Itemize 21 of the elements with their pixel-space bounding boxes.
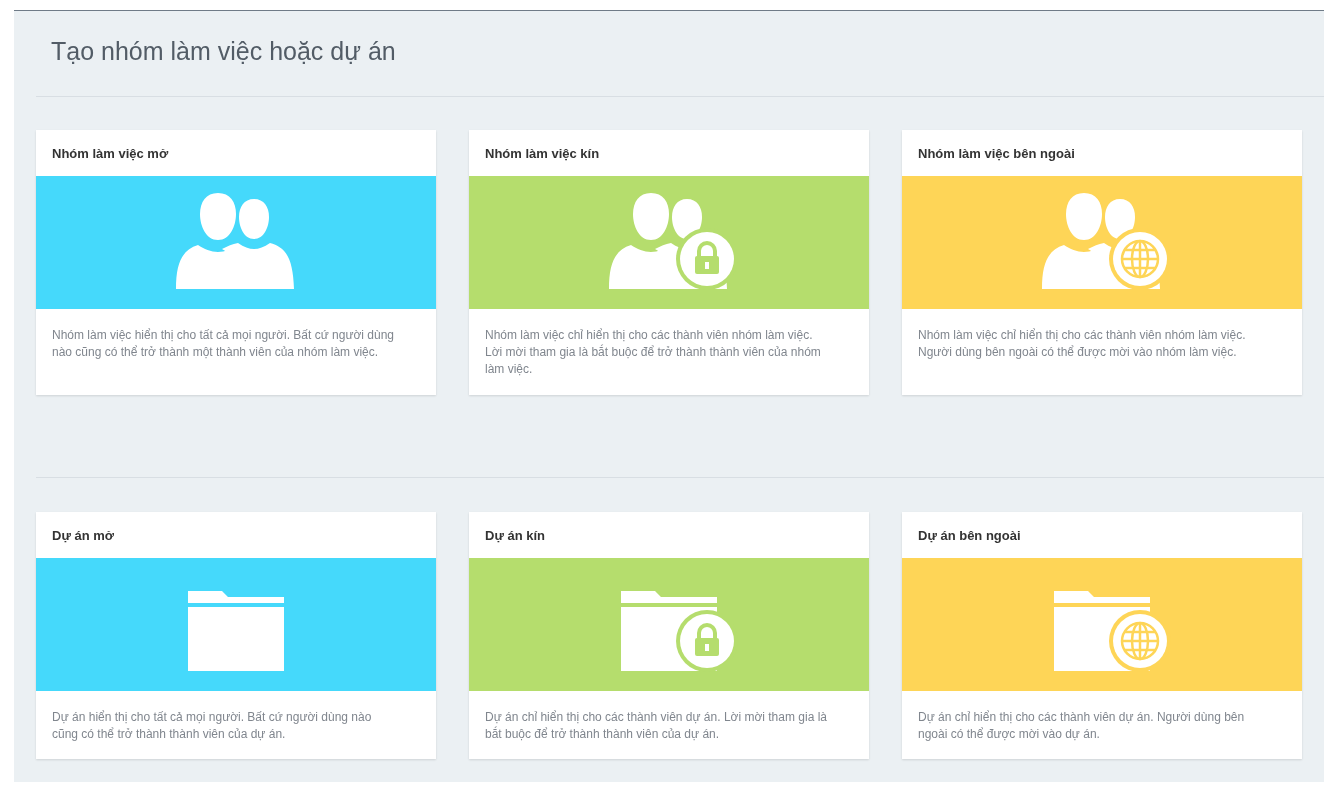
card-description: Nhóm làm việc chỉ hiển thị cho các thành viên nhóm làm việc. Người dùng bên ngoài có thể được mời vào nhóm làm việc. xyxy=(917,327,1247,361)
option-card[interactable]: Dự án kín Dự án chỉ hiển thị cho các thành viên dự án. Lời mời tham gia là bắt buộc để trở thành thành viên của dự án. xyxy=(469,512,869,759)
option-card[interactable]: Nhóm làm việc mở Nhóm làm việc hiển thị cho tất cả mọi người. Bất cứ người dùng nào cũng có thể trở thành một thành viên của nhóm làm việc. xyxy=(36,130,436,395)
card-description: Nhóm làm việc chỉ hiển thị cho các thành viên nhóm làm việc. Lời mời tham gia là bắt buộc để trở thành thành viên của nhóm làm việc. xyxy=(484,327,822,378)
card-title: Dự án kín xyxy=(484,527,546,545)
card-title: Dự án bên ngoài xyxy=(917,527,1022,545)
option-card[interactable]: Dự án bên ngoài Dự án chỉ hiển thị cho các thành viên dự án. Người dùng bên ngoài có thể được mời vào dự án. xyxy=(902,512,1302,759)
option-card[interactable]: Nhóm làm việc bên ngoài Nhóm làm việc chỉ hiển thị cho các thành viên nhóm làm việc. Người dùng bên ngoài có thể được mời vào nhóm làm việc. xyxy=(902,130,1302,395)
card-description: Dự án hiển thị cho tất cả mọi người. Bất cứ người dùng nào cũng có thể trở thành thành viên của dự án. xyxy=(51,709,373,743)
people-icon xyxy=(176,193,296,289)
card-description: Dự án chỉ hiển thị cho các thành viên dự án. Người dùng bên ngoài có thể được mời vào dự án. xyxy=(917,709,1246,743)
option-card[interactable]: Nhóm làm việc kín Nhóm làm việc chỉ hiển thị cho các thành viên nhóm làm việc. Lời mời tham gia là bắt buộc để trở thành thành viên của nhóm làm việc. xyxy=(469,130,869,395)
page-title: Tạo nhóm làm việc hoặc dự án xyxy=(50,36,397,67)
card-title: Nhóm làm việc bên ngoài xyxy=(917,145,1076,163)
card-title: Dự án mở xyxy=(51,527,115,545)
card-description: Nhóm làm việc hiển thị cho tất cả mọi người. Bất cứ người dùng nào cũng có thể trở thành một thành viên của nhóm làm việc. xyxy=(51,327,395,361)
folder-icon xyxy=(188,591,284,671)
option-card[interactable]: Dự án mở Dự án hiển thị cho tất cả mọi người. Bất cứ người dùng nào cũng có thể trở thành thành viên của dự án. xyxy=(36,512,436,759)
card-title: Nhóm làm việc kín xyxy=(484,145,601,163)
card-title: Nhóm làm việc mở xyxy=(51,145,170,163)
card-description: Dự án chỉ hiển thị cho các thành viên dự án. Lời mời tham gia là bắt buộc để trở thành thành viên của dự án. xyxy=(484,709,828,743)
